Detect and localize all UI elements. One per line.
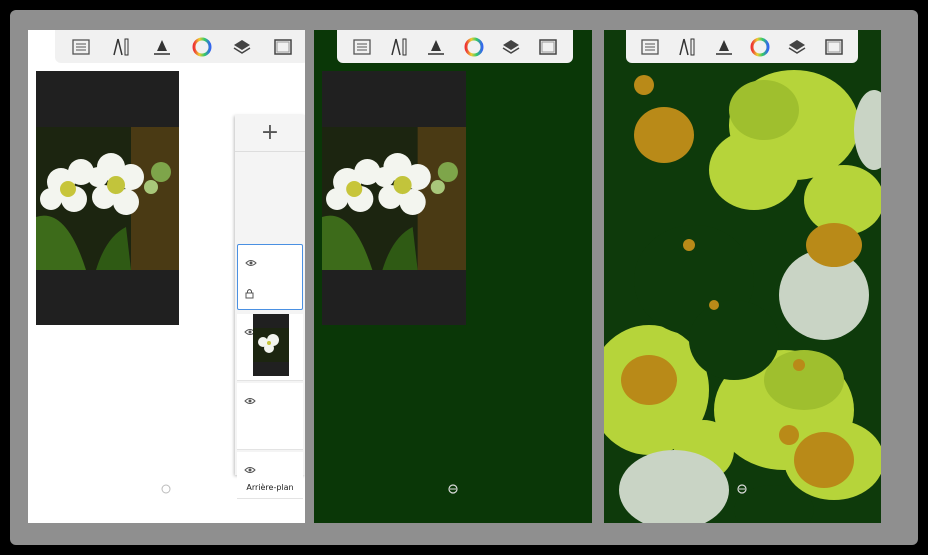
canvas[interactable]	[36, 71, 179, 325]
eye-icon[interactable]	[244, 459, 256, 478]
toolbar	[55, 30, 305, 63]
toolbar	[337, 30, 573, 63]
flower-photo	[36, 127, 179, 270]
eye-icon[interactable]	[244, 390, 256, 409]
layers-icon[interactable]	[230, 35, 254, 59]
lock-icon[interactable]	[245, 284, 254, 303]
background-layer-label: Arrière-plan	[246, 483, 294, 492]
toolbar	[626, 30, 858, 63]
screen-1: + Arrière-plan	[28, 30, 305, 523]
canvas-frame-icon[interactable]	[822, 35, 846, 59]
symmetry-icon[interactable]	[712, 35, 736, 59]
symmetry-icon[interactable]	[424, 35, 448, 59]
list-icon[interactable]	[638, 35, 662, 59]
layer-item-photo[interactable]	[237, 314, 303, 381]
screen-3	[604, 30, 881, 523]
ruler-compass-icon[interactable]	[109, 35, 133, 59]
symmetry-icon[interactable]	[150, 35, 174, 59]
plus-icon: +	[260, 120, 280, 145]
add-layer-button[interactable]: +	[235, 115, 305, 152]
ruler-compass-icon[interactable]	[387, 35, 411, 59]
color-wheel-icon[interactable]	[748, 35, 772, 59]
layers-icon[interactable]	[499, 35, 523, 59]
layer-item-background[interactable]: Arrière-plan	[237, 452, 303, 499]
list-icon[interactable]	[69, 35, 93, 59]
layer-item-empty[interactable]	[237, 383, 303, 450]
sync-icon[interactable]	[737, 479, 747, 494]
screen-2	[314, 30, 592, 523]
menu-dot-icon[interactable]	[161, 479, 171, 494]
sync-icon[interactable]	[448, 479, 458, 494]
ruler-compass-icon[interactable]	[675, 35, 699, 59]
list-icon[interactable]	[350, 35, 374, 59]
color-wheel-icon[interactable]	[190, 35, 214, 59]
paint-splatter-artwork	[604, 30, 881, 523]
layers-panel: + Arrière-plan	[235, 115, 305, 499]
canvas-frame-icon[interactable]	[271, 35, 295, 59]
eye-icon[interactable]	[245, 252, 257, 271]
canvas[interactable]	[322, 71, 466, 325]
canvas-frame-icon[interactable]	[536, 35, 560, 59]
flower-photo	[322, 127, 466, 270]
layers-icon[interactable]	[785, 35, 809, 59]
layer-item-empty-selected[interactable]	[237, 244, 303, 310]
color-wheel-icon[interactable]	[462, 35, 486, 59]
layer-thumbnail	[253, 314, 289, 376]
